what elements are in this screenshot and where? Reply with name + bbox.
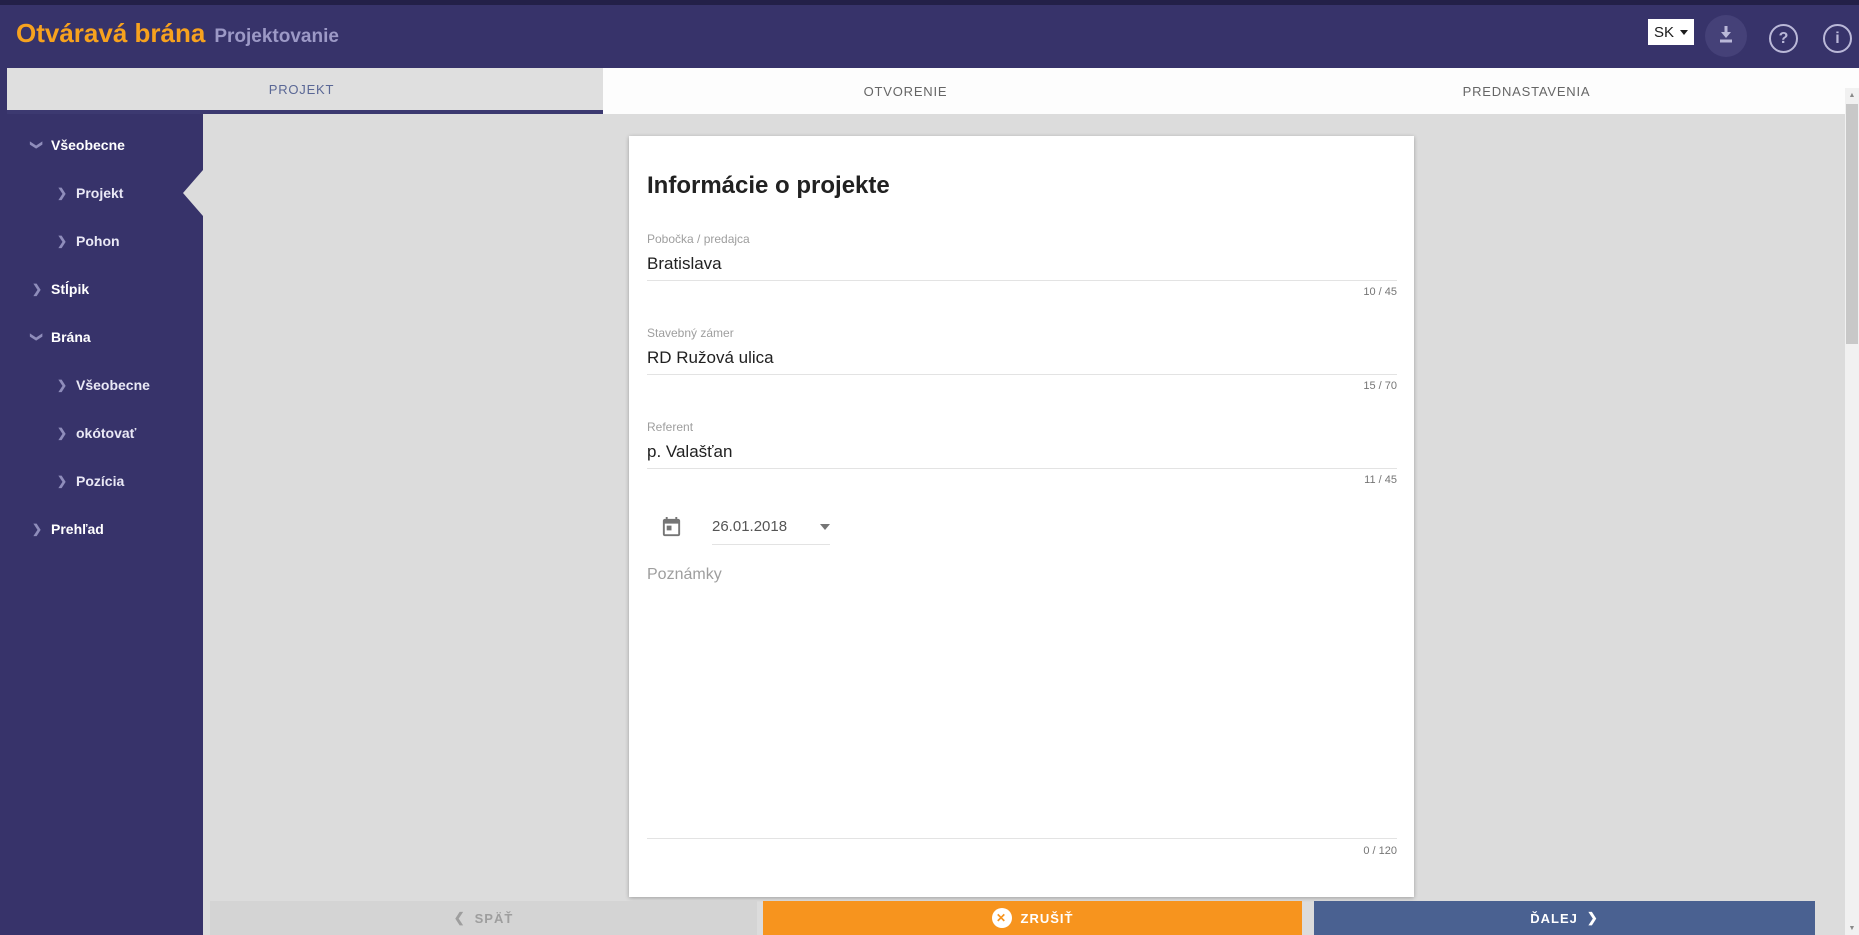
branch-input[interactable]: Bratislava [647,254,1397,281]
sidebar-item-label: Všeobecne [76,377,150,393]
vertical-scrollbar[interactable]: ▲ ▼ [1845,88,1859,935]
scrollbar-thumb[interactable] [1846,104,1858,344]
notes-textarea[interactable] [647,561,1397,838]
field-label: Stavebný zámer [647,326,734,340]
sidebar-item-okotovat[interactable]: ❯ okótovať [0,409,203,457]
sidebar-item-brana[interactable]: ❯ Brána [0,313,203,361]
notes-placeholder: Poznámky [647,566,722,583]
sidebar-item-pozicia[interactable]: ❯ Pozícia [0,457,203,505]
help-button[interactable]: ? [1769,24,1798,53]
sidebar-item-pohon[interactable]: ❯ Pohon [0,217,203,265]
tab-otvorenie-label: OTVORENIE [863,83,948,99]
page-title: Informácie o projekte [647,172,890,199]
sidebar-item-label: Pozícia [76,473,125,489]
date-picker[interactable]: 26.01.2018 [712,518,830,545]
project-name-input[interactable]: RD Ružová ulica [647,348,1397,375]
chevron-right-icon: ❯ [31,282,43,296]
tab-prednastavenia-label: PREDNASTAVENIA [1462,83,1591,99]
sidebar-item-stlpik[interactable]: ❯ Stĺpik [0,265,203,313]
chevron-right-icon: ❯ [56,426,68,440]
chevron-down-icon: ❯ [30,331,44,343]
chevron-right-icon: ❯ [1586,910,1599,925]
sidebar-item-label: Projekt [76,185,124,201]
chevron-right-icon: ❯ [56,234,68,248]
language-select-value: SK [1653,23,1674,41]
back-button-label: SPÄŤ [474,910,514,926]
app-header: Otváravá brána Projektovanie SK ? i [0,0,1859,68]
next-button-label: ĎALEJ [1530,910,1578,926]
tabbar-left-edge [0,68,7,114]
sidebar-item-label: Stĺpik [51,281,90,297]
field-pobocka: Pobočka / predajca Bratislava 10 / 45 [647,232,1397,298]
sidebar-nav: ❯ Všeobecne ❯ Projekt ❯ Pohon ❯ Stĺpik ❯… [0,114,203,935]
tab-bar: PROJEKT OTVORENIE PREDNASTAVENIA [0,68,1859,114]
scroll-up-icon[interactable]: ▲ [1845,88,1859,102]
cancel-button[interactable]: ✕ ZRUŠIŤ [763,901,1302,935]
notes-underline [647,838,1397,839]
chevron-right-icon: ❯ [56,378,68,392]
field-label: Pobočka / predajca [647,232,750,246]
project-info-card: Informácie o projekte Pobočka / predajca… [629,136,1414,897]
chevron-down-icon: ❯ [30,139,44,151]
tab-prednastavenia[interactable]: PREDNASTAVENIA [1208,68,1845,114]
app-subtitle: Projektovanie [214,26,339,47]
char-counter: 0 / 120 [1363,845,1397,857]
caret-down-icon [1680,29,1688,35]
cancel-button-label: ZRUŠIŤ [1020,910,1074,926]
sidebar-item-brana-vseobecne[interactable]: ❯ Všeobecne [0,361,203,409]
char-counter: 15 / 70 [1363,380,1397,392]
caret-down-icon [820,523,830,530]
tab-projekt-label: PROJEKT [268,81,335,97]
referent-input[interactable]: p. Valašťan [647,442,1397,469]
chevron-right-icon: ❯ [56,186,68,200]
info-button[interactable]: i [1823,24,1852,53]
tab-projekt[interactable]: PROJEKT [0,68,603,114]
char-counter: 11 / 45 [1364,474,1397,486]
sidebar-item-label: okótovať [76,425,137,441]
field-label: Referent [647,420,694,434]
calendar-icon[interactable] [660,516,683,539]
sidebar-item-label: Prehľad [51,521,104,537]
help-icon: ? [1778,29,1789,47]
sidebar-item-prehlad[interactable]: ❯ Prehľad [0,505,203,553]
active-item-marker [183,170,203,216]
chevron-right-icon: ❯ [56,474,68,488]
scroll-down-icon[interactable]: ▼ [1845,921,1859,935]
app-brand: Otváravá brána Projektovanie [16,18,339,49]
sidebar-item-label: Pohon [76,233,120,249]
next-button[interactable]: ĎALEJ ❯ [1314,901,1815,935]
cancel-x-icon: ✕ [991,908,1012,928]
sidebar-item-label: Všeobecne [51,137,125,153]
download-button[interactable] [1705,15,1747,57]
download-icon [1716,24,1736,49]
chevron-right-icon: ❯ [31,522,43,536]
back-button[interactable]: ❮ SPÄŤ [210,901,757,935]
tab-otvorenie[interactable]: OTVORENIE [603,68,1208,114]
app-title: Otváravá brána [16,18,206,48]
date-value: 26.01.2018 [712,518,788,535]
char-counter: 10 / 45 [1363,286,1397,298]
info-icon: i [1835,29,1840,47]
sidebar-item-vseobecne[interactable]: ❯ Všeobecne [0,121,203,169]
field-referent: Referent p. Valašťan 11 / 45 [647,420,1397,486]
sidebar-item-projekt[interactable]: ❯ Projekt [0,169,203,217]
field-zamer: Stavebný zámer RD Ružová ulica 15 / 70 [647,326,1397,392]
language-select[interactable]: SK [1648,19,1694,45]
sidebar-item-label: Brána [51,329,91,345]
chevron-left-icon: ❮ [453,910,466,925]
